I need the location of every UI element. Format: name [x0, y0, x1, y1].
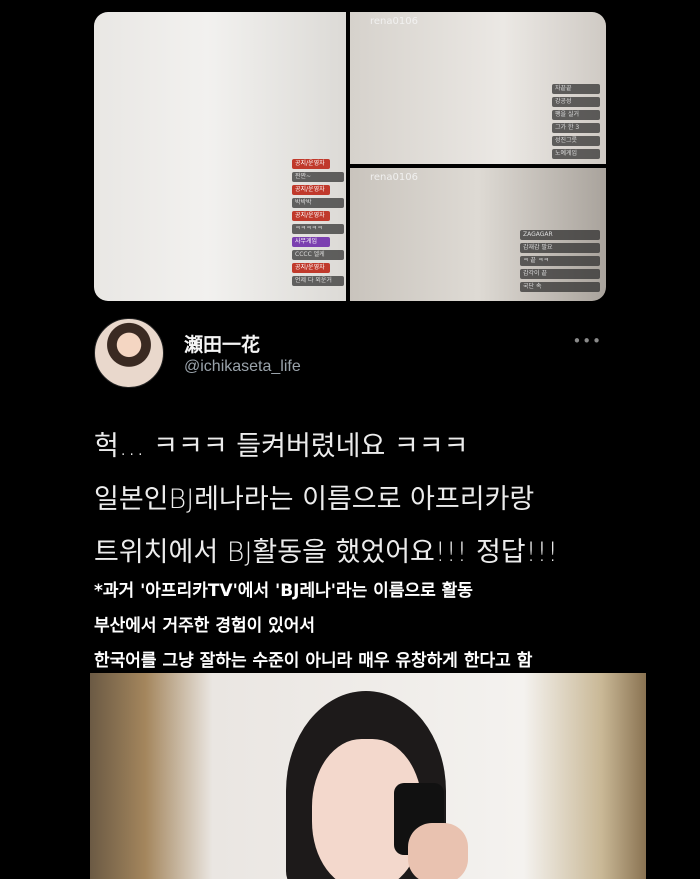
- chat-line: 감재감 팔요: [520, 243, 600, 253]
- chat-overlay-bottom-right: ZAGAGAR 감재감 팔요 ㅋ 끝 ㅋㅋ 감각이 끝 국단 속: [520, 230, 600, 292]
- display-name[interactable]: 瀬田一花: [184, 330, 260, 357]
- chat-line: 공지/운영자: [292, 211, 330, 221]
- chat-line: 성진그릇: [552, 136, 600, 146]
- chat-line: 공지/운영자: [292, 159, 330, 169]
- chat-line: CCCC 엘케: [292, 250, 344, 260]
- media-grid[interactable]: 공지/운영자 짠짠~ 공지/운영자 박박박 공지/운영자 ㅋㅋㅋㅋㅋ 사무게임 …: [94, 12, 606, 301]
- photo-hand-shape: [408, 823, 468, 879]
- chat-line: ZAGAGAR: [520, 230, 600, 240]
- selfie-photo[interactable]: [90, 673, 646, 879]
- chat-overlay-top-right: 자끝끝 강공성 팽을 실거 그가 한 3 성진그릇 노예게임: [552, 84, 600, 159]
- caption-note-line: *과거 '아프리카TV'에서 'BJ레나'라는 이름으로 활동: [94, 581, 473, 601]
- chat-line: 공지/운영자: [292, 185, 330, 195]
- chat-overlay-left: 공지/운영자 짠짠~ 공지/운영자 박박박 공지/운영자 ㅋㅋㅋㅋㅋ 사무게임 …: [292, 159, 344, 286]
- chat-line: 노예게임: [552, 149, 600, 159]
- stream-photo-dance[interactable]: 공지/운영자 짠짠~ 공지/운영자 박박박 공지/운영자 ㅋㅋㅋㅋㅋ 사무게임 …: [94, 12, 346, 301]
- avatar[interactable]: [94, 318, 164, 388]
- user-handle[interactable]: @ichikaseta_life: [184, 358, 301, 376]
- stream-photo-webcam[interactable]: rena0106 ZAGAGAR 감재감 팔요 ㅋ 끝 ㅋㅋ 감각이 끝 국단 …: [350, 168, 606, 301]
- tweet-header: 瀬田一花 @ichikaseta_life •••: [94, 318, 606, 390]
- tweet-text-line: 헉... ㅋㅋㅋ 들켜버렸네요 ㅋㅋㅋ: [94, 431, 469, 462]
- tweet-text-line: 트위치에서 BJ활동을 했었어요!!! 정답!!!: [94, 537, 559, 568]
- stream-label: rena0106: [370, 16, 418, 27]
- chat-line: ㅋ 끝 ㅋㅋ: [520, 256, 600, 266]
- chat-line: 강공성: [552, 97, 600, 107]
- caption-note-line: 한국어를 그냥 잘하는 수준이 아니라 매우 유창하게 한다고 함: [94, 651, 533, 671]
- caption-note-line: 부산에서 거주한 경험이 있어서: [94, 616, 316, 636]
- stream-photo-standing[interactable]: rena0106 자끝끝 강공성 팽을 실거 그가 한 3 성진그릇 노예게임: [350, 12, 606, 164]
- chat-line: 공지/운영자: [292, 263, 330, 273]
- chat-line: 국단 속: [520, 282, 600, 292]
- chat-line: 자끝끝: [552, 84, 600, 94]
- tweet-text-line: 일본인BJ레나라는 이름으로 아프리카랑: [94, 484, 535, 515]
- chat-line: 사무게임: [292, 237, 330, 247]
- chat-line: 감각이 끝: [520, 269, 600, 279]
- stream-label: rena0106: [370, 172, 418, 183]
- chat-line: 팽을 실거: [552, 110, 600, 120]
- chat-line: 그가 한 3: [552, 123, 600, 133]
- chat-line: ㅋㅋㅋㅋㅋ: [292, 224, 344, 234]
- chat-line: 짠짠~: [292, 172, 344, 182]
- chat-line: 박박박: [292, 198, 344, 208]
- more-options-icon[interactable]: •••: [572, 332, 602, 350]
- chat-line: 언제 다 외운거: [292, 276, 344, 286]
